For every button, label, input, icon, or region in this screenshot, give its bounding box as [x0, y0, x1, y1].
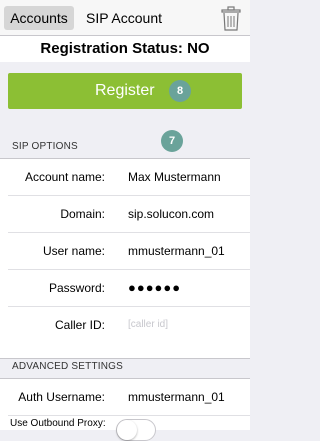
- outbound-proxy-toggle[interactable]: [116, 419, 156, 441]
- password-row[interactable]: Password: ●●●●●●: [0, 270, 250, 306]
- caller-id-field[interactable]: [caller id]: [128, 307, 168, 343]
- caller-id-label: Caller ID:: [54, 318, 105, 332]
- domain-row[interactable]: Domain: sip.solucon.com: [0, 196, 250, 232]
- sip-options-header: SIP OPTIONS: [12, 141, 78, 152]
- auth-username-row[interactable]: Auth Username: mmustermann_01: [0, 379, 250, 415]
- account-name-row[interactable]: Account name: Max Mustermann: [0, 159, 250, 195]
- account-name-field[interactable]: Max Mustermann: [128, 159, 221, 195]
- auth-username-label: Auth Username:: [18, 390, 105, 404]
- domain-field[interactable]: sip.solucon.com: [128, 196, 214, 232]
- sip-options-group: Account name: Max Mustermann Domain: sip…: [0, 158, 250, 359]
- trash-icon[interactable]: [220, 6, 242, 32]
- tab-sip-account[interactable]: SIP Account: [86, 6, 162, 30]
- caller-id-row[interactable]: Caller ID: [caller id]: [0, 307, 250, 343]
- advanced-settings-group: Auth Username: mmustermann_01 Use Outbou…: [0, 378, 250, 441]
- advanced-settings-header: ADVANCED SETTINGS: [12, 361, 124, 372]
- password-field[interactable]: ●●●●●●: [128, 270, 181, 306]
- password-label: Password:: [48, 281, 105, 295]
- step-badge-8: 8: [169, 80, 191, 102]
- account-name-label: Account name:: [24, 170, 105, 184]
- step-badge-7: 7: [161, 130, 183, 152]
- registration-status: Registration Status: NO: [0, 36, 250, 62]
- toggle-knob: [117, 420, 137, 440]
- register-button-label: Register: [95, 82, 155, 99]
- tab-accounts[interactable]: Accounts: [4, 6, 74, 30]
- user-name-row[interactable]: User name: mmustermann_01: [0, 233, 250, 269]
- register-button[interactable]: Register 8: [8, 73, 242, 109]
- user-name-field[interactable]: mmustermann_01: [128, 233, 225, 269]
- domain-label: Domain:: [60, 207, 105, 221]
- user-name-label: User name:: [42, 244, 105, 258]
- auth-username-field[interactable]: mmustermann_01: [128, 379, 225, 415]
- top-bar: Accounts SIP Account: [0, 0, 250, 36]
